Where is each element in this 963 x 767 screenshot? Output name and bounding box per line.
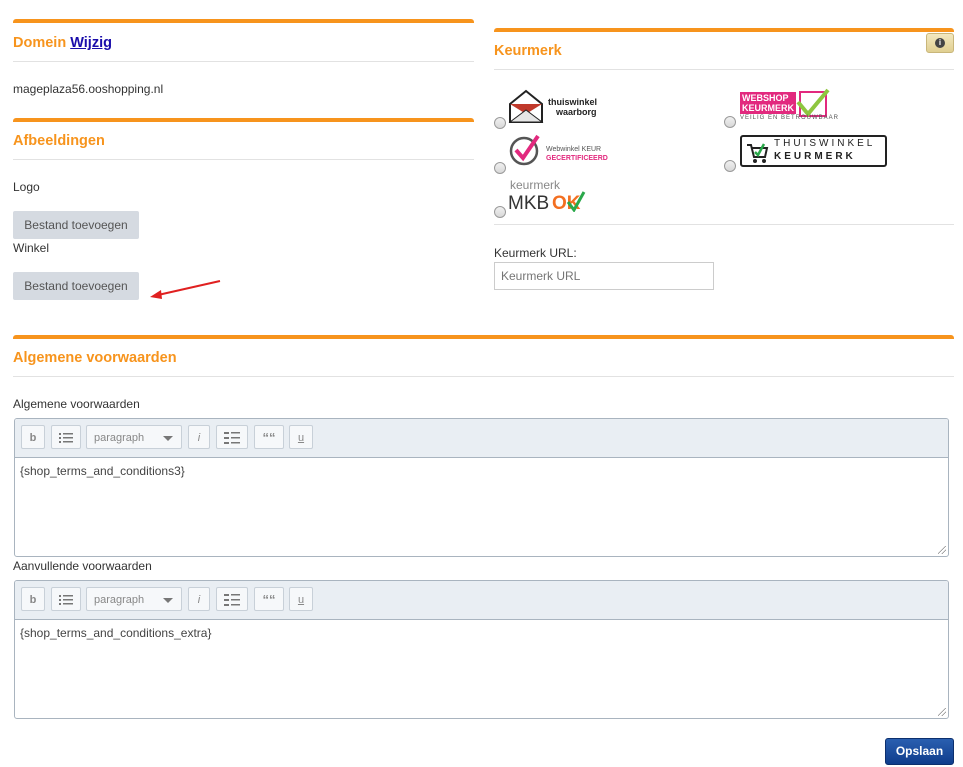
format-select[interactable]: paragraph xyxy=(86,425,182,449)
thuiswinkel-waarborg-text2: waarborg xyxy=(556,107,597,117)
format-select-value: paragraph xyxy=(94,432,145,444)
terms-editor-content[interactable]: {shop_terms_and_conditions3} xyxy=(20,464,185,478)
ordered-list-button[interactable] xyxy=(216,425,248,449)
images-section-title: Afbeeldingen xyxy=(13,133,105,149)
keurmerk-radio-webwinkelkeur[interactable] xyxy=(494,162,506,174)
keurmerk-radio-webshop-keurmerk[interactable] xyxy=(724,116,736,128)
ordered-list-icon xyxy=(224,432,240,444)
format-select[interactable]: paragraph xyxy=(86,587,182,611)
bold-button[interactable]: b xyxy=(21,425,45,449)
webshop-keurmerk-text2: KEURMERK xyxy=(742,103,795,113)
terms-label: Algemene voorwaarden xyxy=(13,397,140,411)
thuiswinkel-keurmerk-text1: THUISWINKEL xyxy=(774,138,876,149)
underline-button[interactable]: u xyxy=(289,425,313,449)
extra-terms-editor[interactable]: b paragraph i ““ u {shop_terms_and_condi… xyxy=(14,580,949,719)
italic-button[interactable]: i xyxy=(188,425,210,449)
quote-button[interactable]: ““ xyxy=(254,425,284,449)
quote-button[interactable]: ““ xyxy=(254,587,284,611)
keurmerk-section-title: Keurmerk xyxy=(494,43,562,59)
keurmerk-radio-thuiswinkel-waarborg[interactable] xyxy=(494,117,506,129)
keurmerk-url-input[interactable] xyxy=(494,262,714,290)
terms-editor-toolbar: b paragraph i ““ u xyxy=(15,419,948,458)
underline-button[interactable]: u xyxy=(289,587,313,611)
thuiswinkel-keurmerk-logo: THUISWINKEL KEURMERK xyxy=(740,135,887,167)
keurmerk-radio-thuiswinkel-keurmerk[interactable] xyxy=(724,160,736,172)
shop-image-label: Winkel xyxy=(13,241,50,255)
list-icon xyxy=(59,595,73,605)
terms-divider xyxy=(13,376,954,377)
list-button[interactable] xyxy=(51,587,81,611)
resize-handle[interactable] xyxy=(938,708,946,716)
list-button[interactable] xyxy=(51,425,81,449)
resize-handle[interactable] xyxy=(938,546,946,554)
keurmerk-options-divider xyxy=(494,224,954,225)
keurmerk-section-bar xyxy=(494,28,954,32)
logo-upload-button[interactable]: Bestand toevoegen xyxy=(13,211,139,239)
keurmerk-url-label: Keurmerk URL: xyxy=(494,246,577,260)
thuiswinkel-waarborg-text1: thuiswinkel xyxy=(548,97,598,107)
house-logo-icon xyxy=(508,89,544,123)
images-section-bar xyxy=(13,118,474,122)
bold-button[interactable]: b xyxy=(21,587,45,611)
info-icon[interactable]: i xyxy=(926,33,954,53)
extra-terms-editor-toolbar: b paragraph i ““ u xyxy=(15,581,948,620)
logo-label: Logo xyxy=(13,180,40,194)
terms-section-title: Algemene voorwaarden xyxy=(13,350,177,366)
mkbok-logo: keurmerk MKB OK xyxy=(508,178,598,216)
shop-image-upload-button[interactable]: Bestand toevoegen xyxy=(13,272,139,300)
ordered-list-button[interactable] xyxy=(216,587,248,611)
ordered-list-icon xyxy=(224,594,240,606)
webwinkelkeur-check-icon xyxy=(509,134,540,166)
mkbok-text1: keurmerk xyxy=(510,178,561,192)
save-button[interactable]: Opslaan xyxy=(885,738,954,765)
format-select-value: paragraph xyxy=(94,594,145,606)
extra-terms-label: Aanvullende voorwaarden xyxy=(13,559,152,573)
images-divider xyxy=(13,159,474,160)
domain-section-bar xyxy=(13,19,474,23)
domain-divider xyxy=(13,61,474,62)
thuiswinkel-waarborg-logo: thuiswinkel waarborg xyxy=(508,88,608,124)
webwinkelkeur-text2: GECERTIFICEERD xyxy=(546,155,608,162)
domain-value: mageplaza56.ooshopping.nl xyxy=(13,82,164,96)
list-icon xyxy=(59,433,73,443)
mkbok-check-icon xyxy=(566,191,586,212)
mkbok-text2: MKB xyxy=(508,193,550,214)
domain-edit-link[interactable]: Wijzig xyxy=(70,35,112,51)
webshop-keurmerk-logo: WEBSHOP KEURMERK VEILIG EN BETROUWBAAR xyxy=(740,88,840,124)
red-arrow-annotation xyxy=(150,280,221,299)
webshop-keurmerk-text3: VEILIG EN BETROUWBAAR xyxy=(740,115,840,121)
webshop-keurmerk-text1: WEBSHOP xyxy=(742,93,789,103)
italic-button[interactable]: i xyxy=(188,587,210,611)
chevron-down-icon xyxy=(163,598,173,603)
keurmerk-radio-mkbok[interactable] xyxy=(494,206,506,218)
terms-section-bar xyxy=(13,335,954,339)
webwinkelkeur-text1: Webwinkel KEUR xyxy=(546,146,602,153)
domain-section-title: Domein Wijzig xyxy=(13,35,112,51)
webwinkelkeur-logo: Webwinkel KEUR GECERTIFICEERD xyxy=(508,132,618,168)
shopping-cart-icon xyxy=(747,143,769,163)
keurmerk-divider xyxy=(494,69,954,70)
domain-title-text: Domein xyxy=(13,35,67,51)
extra-terms-editor-content[interactable]: {shop_terms_and_conditions_extra} xyxy=(20,626,211,640)
terms-editor[interactable]: b paragraph i ““ u {shop_terms_and_condi… xyxy=(14,418,949,557)
chevron-down-icon xyxy=(163,436,173,441)
thuiswinkel-keurmerk-text2: KEURMERK xyxy=(774,151,856,162)
